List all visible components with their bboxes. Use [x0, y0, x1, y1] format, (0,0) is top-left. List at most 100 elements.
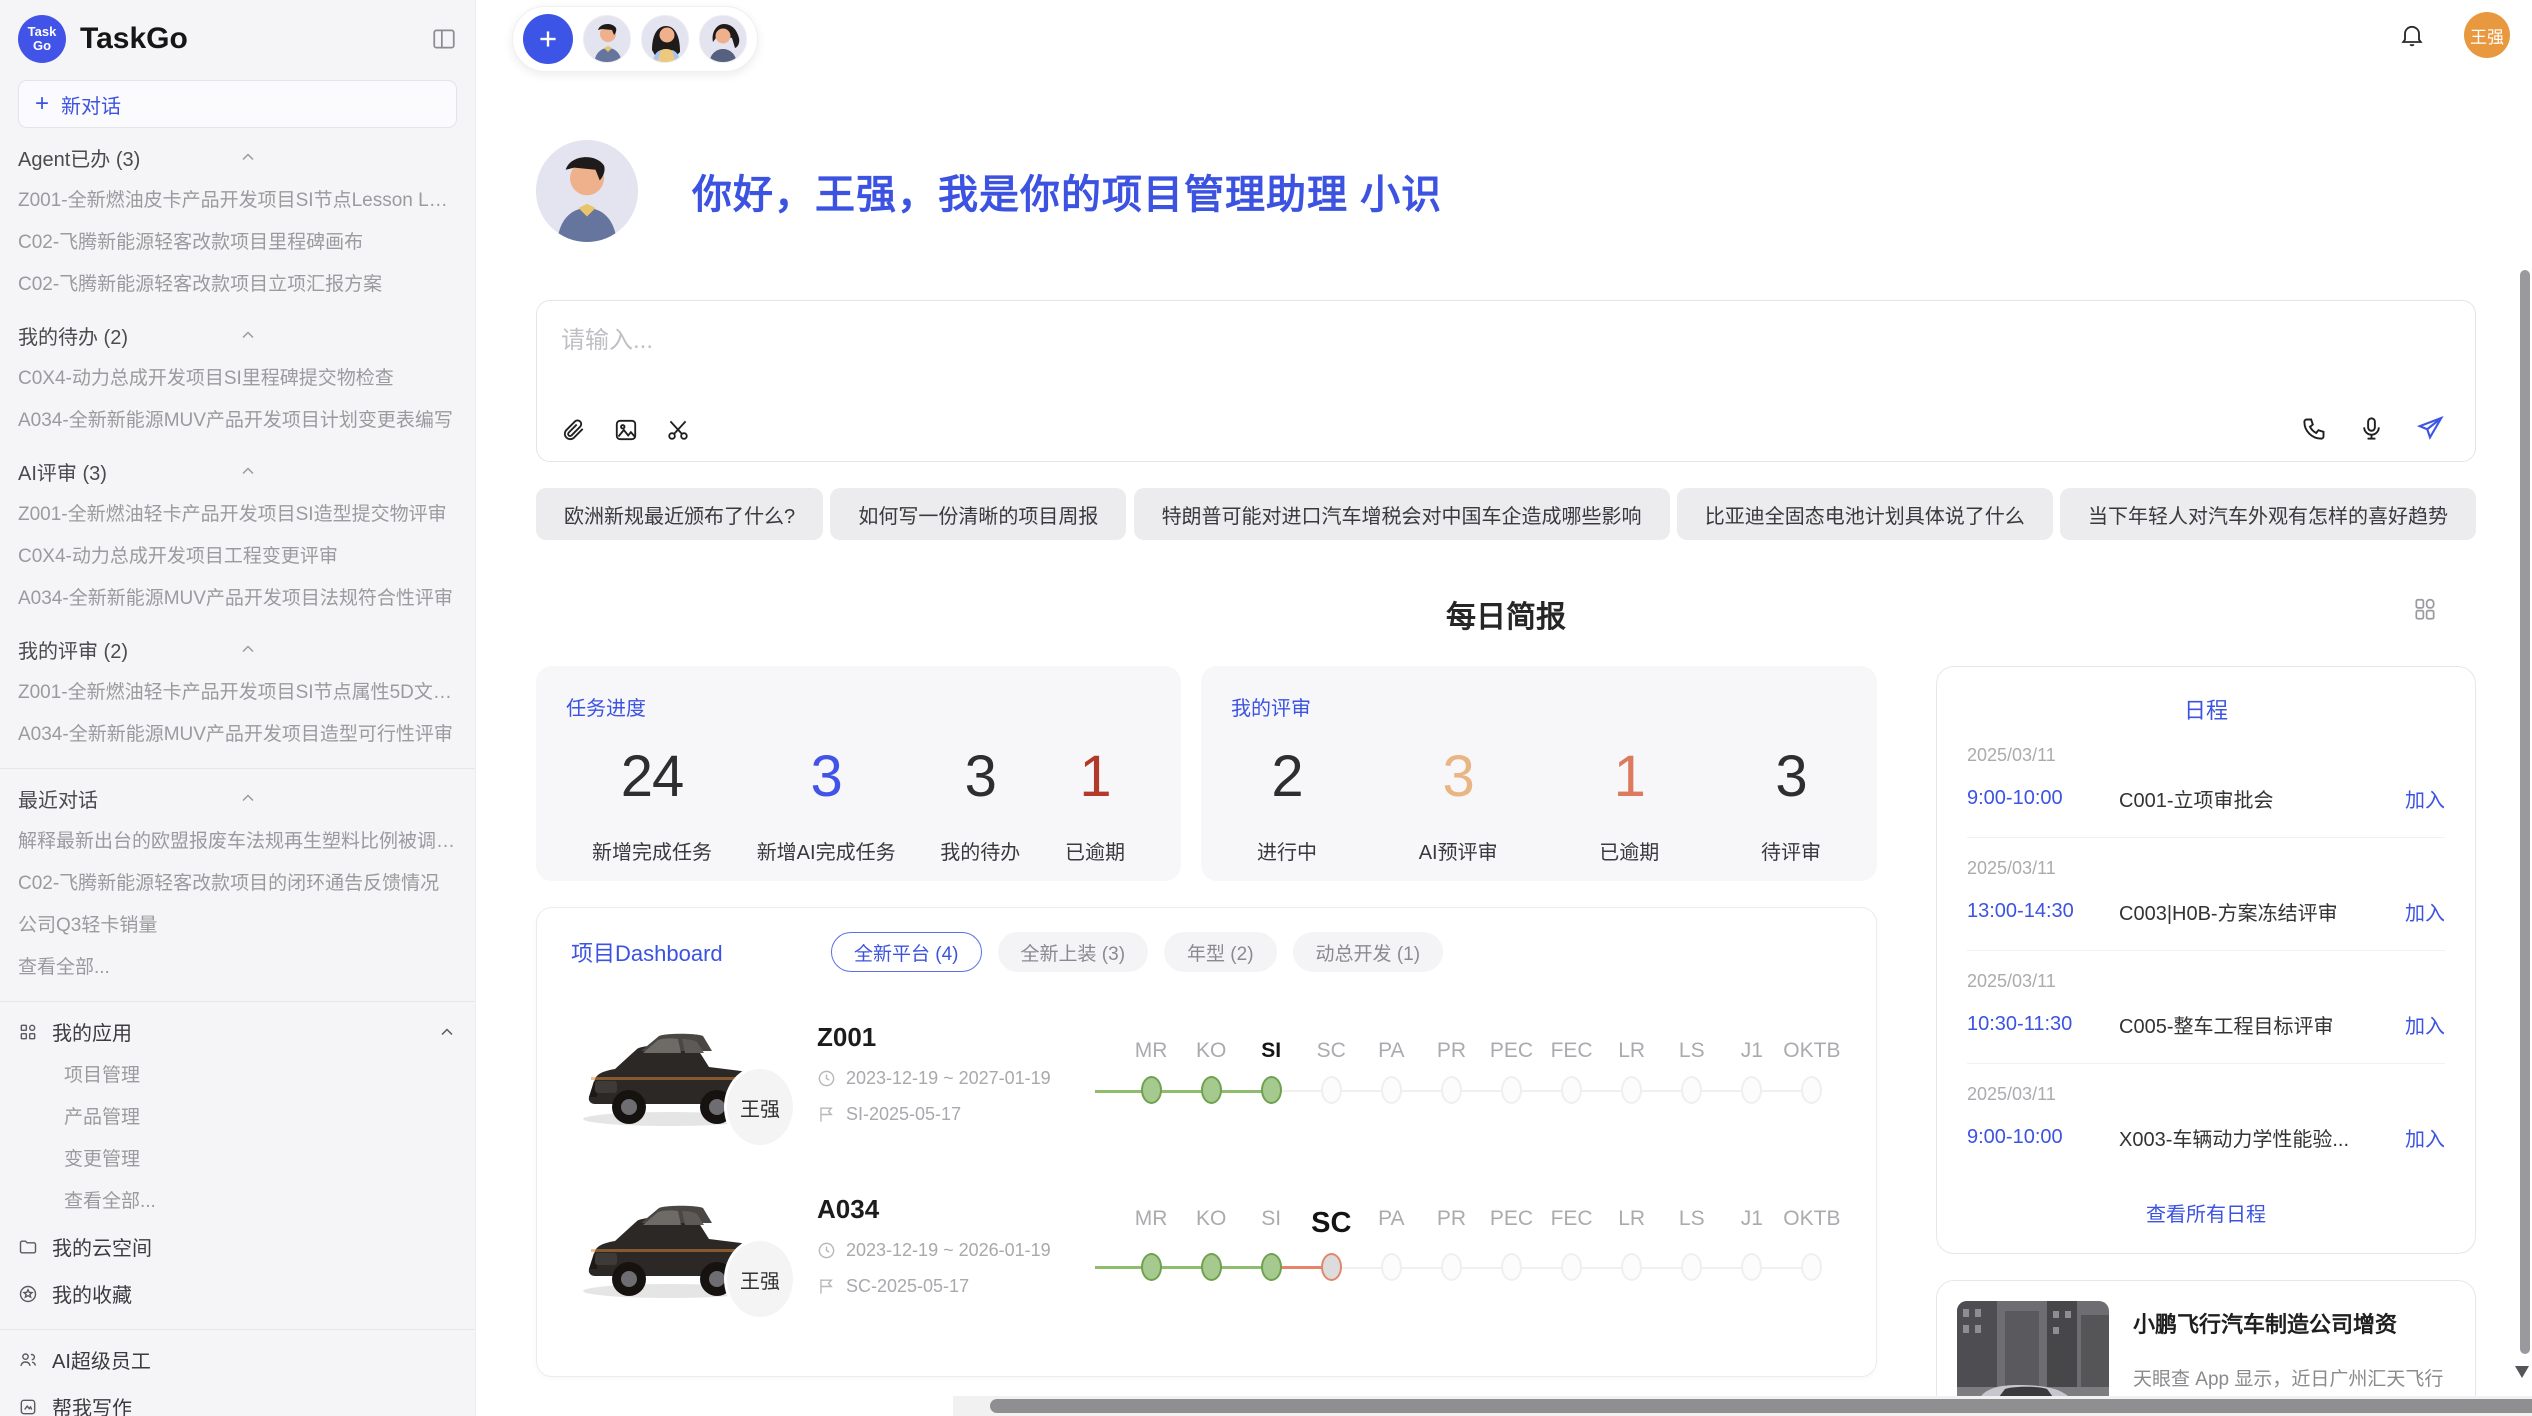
recent-chat-item[interactable]: 解释最新出台的欧盟报废车法规再生塑料比例被调至15%... — [18, 821, 457, 863]
sidebar-item[interactable]: Z001-全新燃油轻卡产品开发项目SI节点属性5D文件评审 — [18, 672, 457, 714]
stat-value: 2 — [1257, 743, 1317, 810]
attachment-icon[interactable] — [561, 417, 587, 443]
image-icon[interactable] — [613, 417, 639, 443]
chevron-up-icon[interactable] — [238, 788, 458, 808]
my-cloud-space[interactable]: 我的云空间 — [18, 1223, 457, 1270]
sidebar-item[interactable]: Z001-全新燃油皮卡产品开发项目SI节点Lesson Learn报告 — [18, 180, 457, 222]
milestone-label: MR — [1121, 1207, 1181, 1240]
phone-call-icon[interactable] — [2301, 415, 2328, 442]
chevron-up-icon[interactable] — [238, 639, 458, 659]
view-all-chats-link[interactable]: 查看全部... — [18, 947, 457, 989]
milestone-timeline: MR KO SI SC PA PR PEC FEC LR LS — [1121, 1039, 1842, 1107]
sidebar-item[interactable]: A034-全新新能源MUV产品开发项目造型可行性评审 — [18, 714, 457, 756]
sidebar-item[interactable]: Z001-全新燃油轻卡产品开发项目SI造型提交物评审 — [18, 494, 457, 536]
filter-new-body[interactable]: 全新上装 (3) — [998, 932, 1149, 972]
project-code: A034 — [817, 1194, 1085, 1225]
suggestion-chip[interactable]: 当下年轻人对汽车外观有怎样的喜好趋势 — [2060, 488, 2476, 540]
chevron-up-icon[interactable] — [437, 1022, 457, 1042]
project-owner-badge: 王强 — [727, 1069, 793, 1145]
layout-grid-icon[interactable] — [2412, 596, 2438, 622]
recent-chat-item[interactable]: 公司Q3轻卡销量 — [18, 905, 457, 947]
milestone-dot-pending — [1741, 1253, 1762, 1281]
filter-powertrain[interactable]: 动总开发 (1) — [1293, 932, 1444, 972]
date-range: 2023-12-19 ~ 2027-01-19 — [846, 1068, 1051, 1089]
suggestion-chip[interactable]: 特朗普可能对进口汽车增税会对中国车企造成哪些影响 — [1134, 488, 1670, 540]
project-info: Z001 2023-12-19 ~ 2027-01-19 SI-2025-05-… — [817, 1022, 1085, 1125]
milestone-label: LR — [1602, 1039, 1662, 1063]
help-me-write[interactable]: 帮我写作 — [18, 1383, 457, 1416]
project-row-partial — [571, 1346, 1842, 1377]
milestone-label: PA — [1361, 1207, 1421, 1240]
schedule-event-title: C003|H0B-方案冻结评审 — [2119, 897, 2391, 926]
recent-chat-item[interactable]: C02-飞腾新能源轻客改款项目的闭环通告反馈情况 — [18, 863, 457, 905]
section-label: Agent已办 (3) — [18, 143, 238, 172]
greeting-text: 你好，王强，我是你的项目管理助理 小识 — [692, 162, 1442, 220]
sidebar-item[interactable]: C0X4-动力总成开发项目工程变更评审 — [18, 536, 457, 578]
section-ai-review[interactable]: AI评审 (3) — [18, 448, 457, 494]
horizontal-scrollbar-thumb[interactable] — [990, 1399, 2532, 1413]
ai-super-staff-label: AI超级员工 — [52, 1345, 151, 1374]
microphone-icon[interactable] — [2358, 415, 2385, 442]
scroll-down-arrow[interactable] — [2515, 1366, 2529, 1378]
project-row-a034[interactable]: 王强 A034 2023-12-19 ~ 2026-01-19 — [571, 1174, 1842, 1316]
chevron-up-icon[interactable] — [238, 325, 458, 345]
filter-model-year[interactable]: 年型 (2) — [1164, 932, 1277, 972]
project-dashboard-card: 项目Dashboard 全新平台 (4) 全新上装 (3) 年型 (2) 动总开… — [536, 907, 1877, 1377]
my-review-card: 我的评审 2 进行中 3 AI预评审 — [1201, 666, 1877, 881]
suggestion-chip[interactable]: 欧洲新规最近颁布了什么? — [536, 488, 823, 540]
ai-super-staff[interactable]: AI超级员工 — [18, 1336, 457, 1383]
my-favorites[interactable]: 我的收藏 — [18, 1270, 457, 1317]
section-my-todo[interactable]: 我的待办 (2) — [18, 312, 457, 358]
schedule-item: 2025/03/11 9:00-10:00 X003-车辆动力学性能验... 加… — [1967, 1064, 2445, 1176]
section-label: 最近对话 — [18, 784, 238, 813]
content-column: 你好，王强，我是你的项目管理助理 小识 欧洲新规最近颁布了什么? 如何写一份清晰… — [536, 0, 2476, 1416]
sidebar-item[interactable]: C0X4-动力总成开发项目SI里程碑提交物检查 — [18, 358, 457, 400]
suggestion-chip[interactable]: 如何写一份清晰的项目周报 — [830, 488, 1126, 540]
sidebar-item[interactable]: C02-飞腾新能源轻客改款项目立项汇报方案 — [18, 264, 457, 306]
schedule-date: 2025/03/11 — [1967, 858, 2445, 879]
collapse-sidebar-icon[interactable] — [431, 26, 457, 52]
sidebar-item[interactable]: A034-全新新能源MUV产品开发项目法规符合性评审 — [18, 578, 457, 620]
join-link[interactable]: 加入 — [2405, 1123, 2445, 1152]
milestone-dot-done — [1141, 1253, 1162, 1281]
suggestion-chip[interactable]: 比亚迪全固态电池计划具体说了什么 — [1677, 488, 2053, 540]
milestone-label: MR — [1121, 1039, 1181, 1063]
filter-all-new-platform[interactable]: 全新平台 (4) — [831, 932, 982, 972]
join-link[interactable]: 加入 — [2405, 784, 2445, 813]
app-item-project-mgmt[interactable]: 项目管理 — [18, 1055, 457, 1097]
app-item-product-mgmt[interactable]: 产品管理 — [18, 1097, 457, 1139]
milestone-label: LS — [1662, 1207, 1722, 1240]
view-all-schedule-link[interactable]: 查看所有日程 — [1967, 1198, 2445, 1227]
section-my-review[interactable]: 我的评审 (2) — [18, 626, 457, 672]
schedule-time: 9:00-10:00 — [1967, 1126, 2119, 1149]
my-apps-label: 我的应用 — [52, 1017, 423, 1046]
milestone-label: PEC — [1481, 1207, 1541, 1240]
app-item-change-mgmt[interactable]: 变更管理 — [18, 1139, 457, 1181]
project-row-z001[interactable]: 王强 Z001 2023-12-19 ~ 2027-01-19 — [571, 1002, 1842, 1144]
stat-new-ai-done: 3 新增AI完成任务 — [757, 743, 896, 865]
users-icon — [18, 1350, 38, 1370]
sidebar-item[interactable]: A034-全新新能源MUV产品开发项目计划变更表编写 — [18, 400, 457, 442]
chevron-up-icon[interactable] — [238, 461, 458, 481]
project-car-image: 王强 — [571, 1187, 783, 1303]
milestone-dot-pending — [1321, 1076, 1342, 1104]
chevron-up-icon[interactable] — [238, 147, 458, 167]
chat-input[interactable] — [561, 327, 1918, 355]
my-apps[interactable]: 我的应用 — [18, 1008, 457, 1055]
view-all-apps-link[interactable]: 查看全部... — [18, 1181, 457, 1223]
schedule-time: 10:30-11:30 — [1967, 1013, 2119, 1036]
join-link[interactable]: 加入 — [2405, 897, 2445, 926]
new-chat-button[interactable]: + 新对话 — [18, 80, 457, 128]
stat-label: 新增AI完成任务 — [757, 836, 896, 865]
join-link[interactable]: 加入 — [2405, 1010, 2445, 1039]
composer-left-icons — [561, 417, 691, 443]
scissors-icon[interactable] — [665, 417, 691, 443]
section-recent-chats[interactable]: 最近对话 — [18, 775, 457, 821]
dashboard-title: 项目Dashboard — [571, 936, 831, 968]
sidebar-item[interactable]: C02-飞腾新能源轻客改款项目里程碑画布 — [18, 222, 457, 264]
milestone-dot-pending — [1621, 1253, 1642, 1281]
send-icon[interactable] — [2415, 413, 2445, 443]
stat-value: 3 — [940, 743, 1020, 810]
section-agent-done[interactable]: Agent已办 (3) — [18, 134, 457, 180]
vertical-scrollbar-thumb[interactable] — [2520, 270, 2530, 1354]
